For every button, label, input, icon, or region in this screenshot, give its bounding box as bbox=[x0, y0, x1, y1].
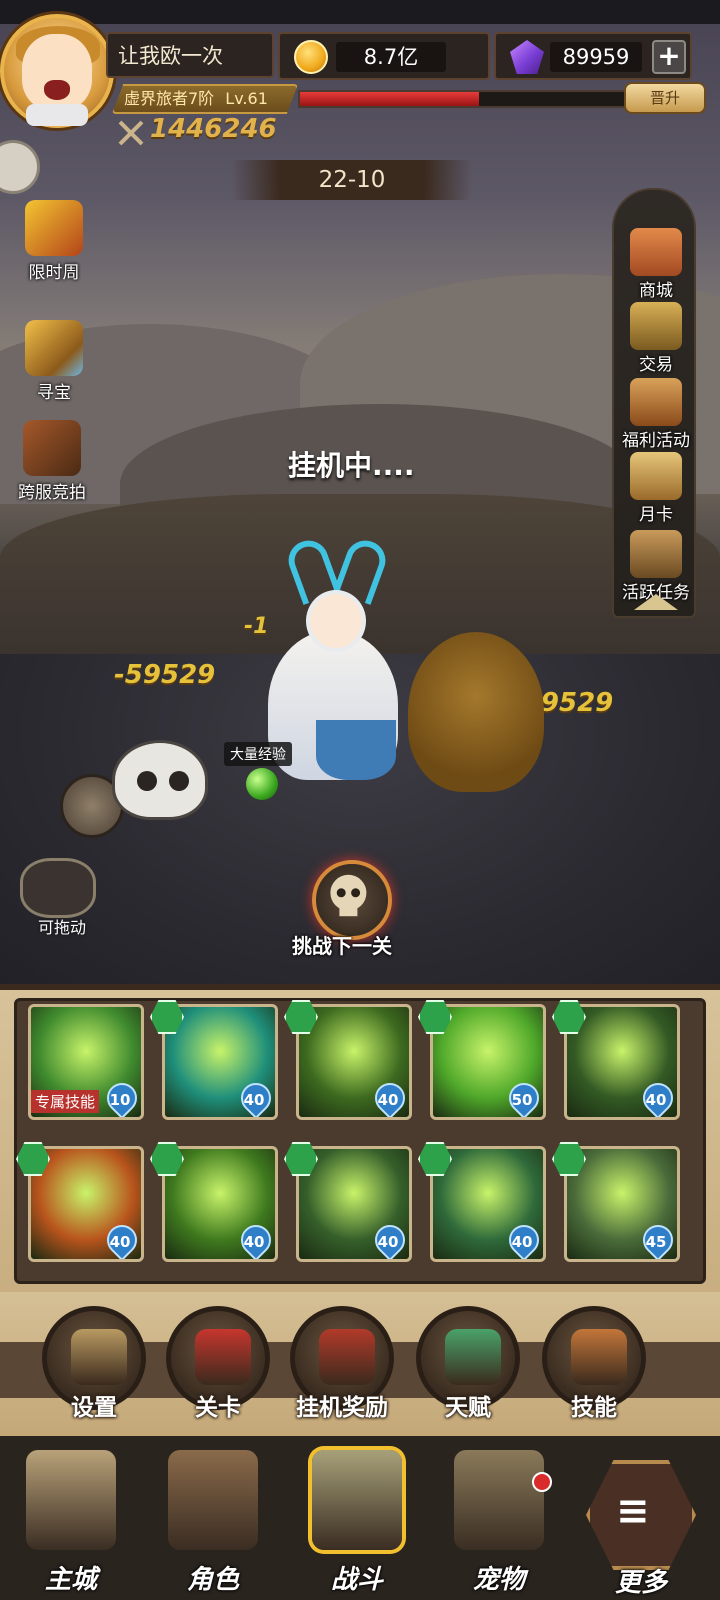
banner-icon bbox=[195, 1329, 251, 1385]
nav-label: 宠物 bbox=[472, 1565, 525, 1595]
task-scroll-icon bbox=[630, 530, 682, 578]
welfare-event-button[interactable]: 福利活动 bbox=[614, 378, 698, 451]
hero-head bbox=[306, 590, 366, 652]
nav-label: 角色 bbox=[186, 1565, 239, 1595]
limited-week-label: 限时周 bbox=[28, 263, 80, 283]
skill-level: 40 bbox=[511, 1233, 533, 1251]
nav-item[interactable]: 主城 bbox=[6, 1436, 136, 1600]
skill-level: 45 bbox=[645, 1233, 667, 1251]
damage-number: -59529 bbox=[114, 660, 216, 690]
gold-counter: 8.7亿 bbox=[278, 32, 490, 80]
drag-handle-button[interactable] bbox=[20, 858, 96, 918]
trade-button[interactable]: 交易 bbox=[614, 302, 698, 375]
treasure-hunt-button[interactable]: 寻宝 bbox=[6, 320, 102, 403]
status-bar bbox=[0, 0, 720, 24]
gem-value: 89959 bbox=[550, 42, 642, 72]
chest-icon bbox=[319, 1329, 375, 1385]
right-activity-panel: 商城 交易 福利活动 月卡 活跃任务 bbox=[612, 188, 696, 618]
nav-label: 主城 bbox=[44, 1565, 97, 1595]
player-level: Lv.61 bbox=[225, 89, 268, 108]
treasure-chest-icon bbox=[25, 320, 83, 376]
nav-item[interactable]: 宠物 bbox=[434, 1436, 564, 1600]
gift-box-icon bbox=[25, 200, 83, 256]
skull-icon bbox=[330, 874, 367, 917]
purple-gem-icon bbox=[510, 40, 544, 74]
nav-label: 更多 bbox=[614, 1568, 667, 1598]
skill-level: 40 bbox=[109, 1233, 131, 1251]
exp-progress-fill bbox=[300, 92, 480, 106]
talent-tree-icon bbox=[445, 1329, 501, 1385]
skeleton-monster bbox=[112, 740, 208, 820]
skill-level: 40 bbox=[243, 1091, 265, 1109]
skill-level: 40 bbox=[377, 1233, 399, 1251]
shop-icon bbox=[630, 228, 682, 276]
pet-icon bbox=[454, 1450, 544, 1550]
function-label: 天赋 bbox=[445, 1395, 491, 1421]
trade-label: 交易 bbox=[639, 355, 673, 375]
active-task-button[interactable]: 活跃任务 bbox=[614, 530, 698, 603]
idle-status: 挂机中.... bbox=[288, 449, 415, 482]
treasure-hunt-label: 寻宝 bbox=[37, 383, 71, 403]
plant-monster bbox=[408, 632, 544, 792]
drag-label: 可拖动 bbox=[38, 918, 87, 937]
function-label: 技能 bbox=[571, 1395, 617, 1421]
gem-counter: 89959 + bbox=[494, 32, 692, 80]
skill-slot[interactable]: 10 专属技能 bbox=[28, 1004, 144, 1120]
player-rank: 虚界旅者7阶 Lv.61 bbox=[112, 84, 298, 114]
monthly-card-label: 月卡 bbox=[639, 505, 673, 525]
skill-level: 40 bbox=[243, 1233, 265, 1251]
shop-label: 商城 bbox=[639, 281, 673, 301]
player-name: 让我欧一次 bbox=[106, 32, 274, 78]
crossed-swords-icon bbox=[118, 120, 144, 146]
nav-item[interactable]: 战斗 bbox=[292, 1436, 422, 1600]
cannon-icon bbox=[312, 1450, 402, 1550]
star-badge-icon bbox=[571, 1329, 627, 1385]
exp-progress-bar bbox=[298, 90, 628, 108]
player-avatar[interactable] bbox=[0, 14, 114, 128]
gift-icon bbox=[630, 378, 682, 426]
scales-icon bbox=[630, 302, 682, 350]
cross-server-auction-label: 跨服竞拍 bbox=[18, 483, 86, 503]
function-label: 挂机奖励 bbox=[296, 1395, 388, 1421]
limited-week-button[interactable]: 限时周 bbox=[6, 200, 102, 283]
auction-hammer-icon bbox=[23, 420, 81, 476]
month-card-icon bbox=[630, 452, 682, 500]
challenge-next-label: 挑战下一关 bbox=[292, 934, 392, 958]
stage-label: 22-10 bbox=[232, 160, 472, 200]
gold-coin-icon bbox=[294, 40, 328, 74]
exclusive-skill-label: 专属技能 bbox=[31, 1090, 100, 1113]
combat-power: 1446246 bbox=[150, 114, 277, 144]
skill-level: 50 bbox=[511, 1091, 533, 1109]
cross-server-auction-button[interactable]: 跨服竞拍 bbox=[4, 420, 100, 503]
exp-orb[interactable] bbox=[246, 768, 278, 800]
nav-label: 战斗 bbox=[330, 1565, 383, 1595]
skill-level: 10 bbox=[109, 1091, 131, 1109]
hero-cape bbox=[316, 720, 396, 780]
notification-dot bbox=[532, 1472, 552, 1492]
promote-button[interactable]: 晋升 bbox=[624, 82, 706, 114]
collapse-arrow-icon[interactable] bbox=[634, 594, 678, 610]
castle-icon bbox=[26, 1450, 116, 1550]
more-menu-icon: ≡ bbox=[616, 1488, 650, 1534]
function-label: 关卡 bbox=[195, 1395, 241, 1421]
gears-icon bbox=[71, 1329, 127, 1385]
shop-button[interactable]: 商城 bbox=[614, 228, 698, 301]
function-label: 设置 bbox=[71, 1395, 117, 1421]
welfare-event-label: 福利活动 bbox=[622, 431, 690, 451]
add-gems-button[interactable]: + bbox=[652, 40, 686, 74]
rank-title: 虚界旅者7阶 bbox=[124, 89, 215, 108]
challenge-next-button[interactable] bbox=[312, 860, 392, 940]
skill-level: 40 bbox=[645, 1091, 667, 1109]
helmet-icon bbox=[168, 1450, 258, 1550]
monthly-card-button[interactable]: 月卡 bbox=[614, 452, 698, 525]
nav-item[interactable]: 角色 bbox=[148, 1436, 278, 1600]
exp-drop-tag: 大量经验 bbox=[224, 742, 292, 766]
damage-number: -1 bbox=[244, 614, 269, 639]
gold-value: 8.7亿 bbox=[336, 42, 446, 72]
skill-level: 40 bbox=[377, 1091, 399, 1109]
